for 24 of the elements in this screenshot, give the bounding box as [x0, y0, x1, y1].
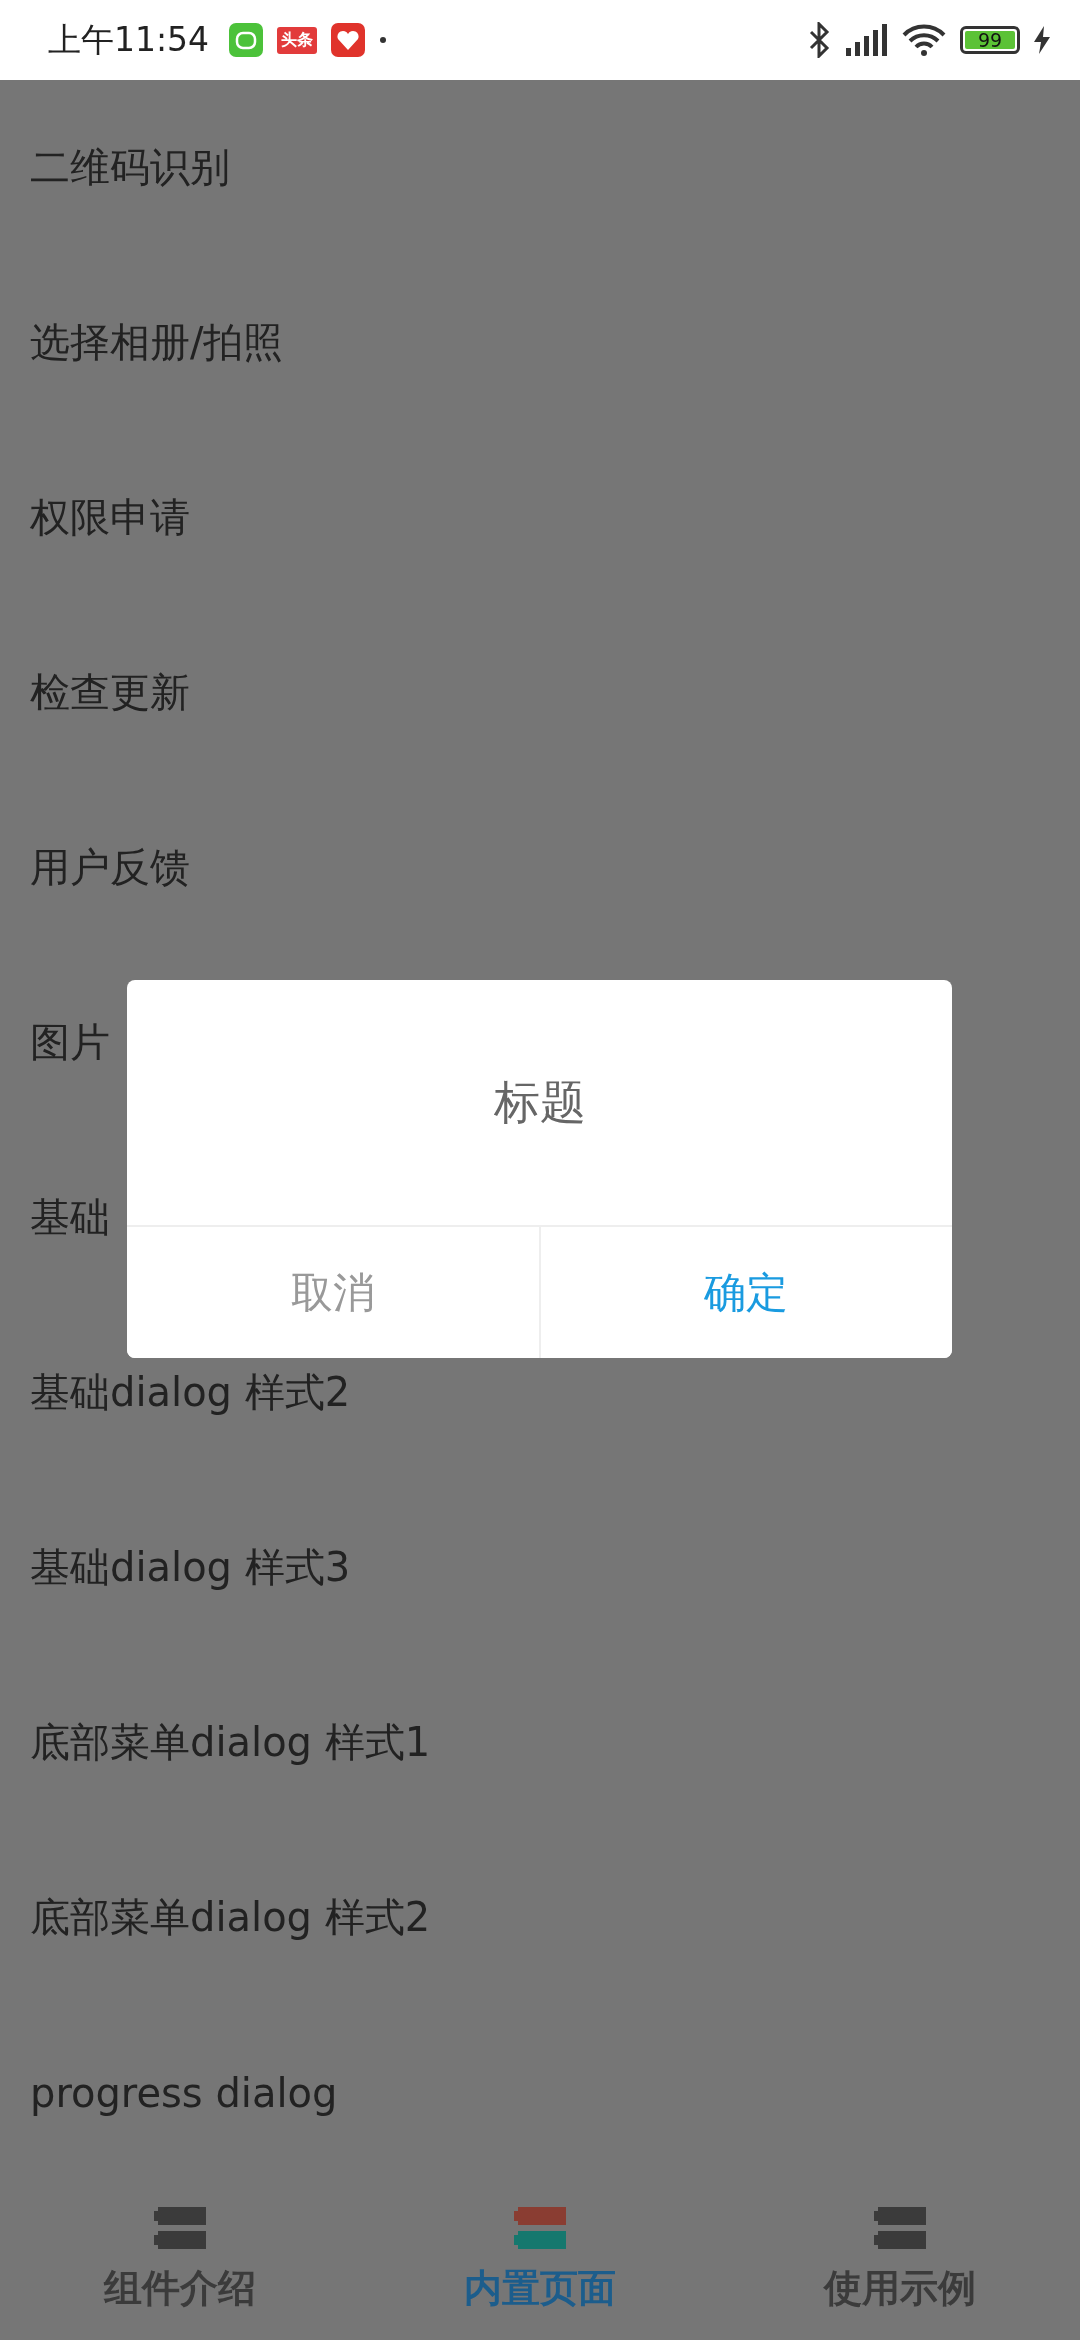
stacked-bars-icon — [874, 2206, 926, 2251]
bluetooth-icon — [808, 22, 830, 58]
dot-icon — [379, 36, 388, 44]
menu-item[interactable]: 底部菜单dialog 样式1 — [0, 1655, 1080, 1830]
menu-item[interactable]: 权限申请 — [0, 430, 1080, 605]
wifi-icon — [902, 23, 946, 57]
menu-item[interactable]: 选择相册/拍照 — [0, 255, 1080, 430]
signal-icon — [844, 22, 888, 58]
nav-tab[interactable]: 组件介绍 — [0, 2180, 360, 2340]
stacked-bars-icon — [514, 2206, 566, 2251]
menu-item[interactable]: progress dialog — [0, 2005, 1080, 2180]
confirm-button[interactable]: 确定 — [538, 1227, 952, 1358]
nav-tab[interactable]: 使用示例 — [720, 2180, 1080, 2340]
battery-icon: 99 — [960, 26, 1020, 54]
heart-app-icon — [331, 23, 366, 57]
menu-item[interactable]: 用户反馈 — [0, 780, 1080, 955]
stacked-bars-icon — [154, 2206, 206, 2251]
menu-item[interactable]: 检查更新 — [0, 605, 1080, 780]
menu-item[interactable]: 基础dialog 样式3 — [0, 1480, 1080, 1655]
lightning-icon — [1034, 26, 1050, 54]
menu-item[interactable]: 二维码识别 — [0, 80, 1080, 255]
status-time: 上午11:54 — [48, 18, 210, 61]
menu-item[interactable]: 底部菜单dialog 样式2 — [0, 1830, 1080, 2005]
news-app-icon: 头条 — [277, 26, 318, 54]
